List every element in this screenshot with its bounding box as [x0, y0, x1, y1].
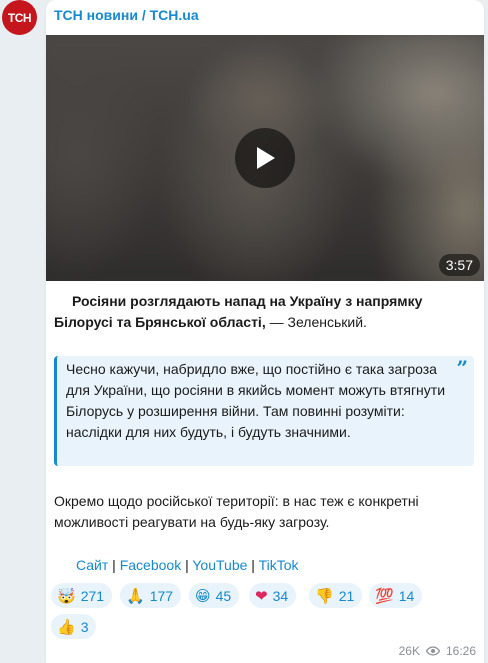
reaction-grin[interactable]: 😁 45 — [189, 583, 240, 608]
blockquote: Чесно кажучи, набридло вже, що постійно … — [54, 356, 474, 466]
reaction-count: 45 — [215, 587, 232, 604]
message-time: 16:26 — [445, 644, 476, 658]
reaction-exploding-head[interactable]: 🤯 271 — [51, 583, 113, 608]
heart-icon: ❤ — [255, 586, 268, 605]
headline-attribution: — Зеленський. — [265, 314, 367, 330]
play-icon — [257, 147, 275, 169]
link-tiktok[interactable]: TikTok — [259, 557, 299, 573]
play-button[interactable] — [235, 128, 295, 188]
link-separator: | — [108, 557, 120, 573]
thumbs-up-icon: 👍 — [57, 617, 76, 636]
video-duration: 3:57 — [438, 254, 480, 276]
eye-icon — [425, 646, 440, 656]
reaction-count: 3 — [80, 618, 89, 635]
headline-bold: Росіяни розглядають напад на Україну з н… — [54, 293, 423, 330]
video-thumbnail[interactable]: 3:57 — [46, 35, 484, 281]
message-meta: 26K 16:26 — [399, 644, 476, 658]
message-paragraph: Окремо щодо російської території: в нас … — [54, 493, 419, 530]
reaction-thumbs-down[interactable]: 👎 21 — [309, 583, 363, 608]
link-separator: | — [247, 557, 259, 573]
reaction-count: 14 — [398, 587, 415, 604]
link-facebook[interactable]: Facebook — [120, 557, 181, 573]
reaction-count: 21 — [338, 587, 355, 604]
link-site[interactable]: Сайт — [76, 557, 108, 573]
quote-text: Чесно кажучи, набридло вже, що постійно … — [66, 361, 446, 440]
social-links: Сайт | Facebook | YouTube | TikTok — [76, 555, 299, 576]
reaction-heart[interactable]: ❤ 34 — [249, 583, 297, 608]
view-count: 26K — [398, 644, 420, 658]
reaction-count: 177 — [149, 587, 174, 604]
folded-hands-icon: 🙏 — [126, 586, 145, 605]
reaction-thumbs-up[interactable]: 👍 3 — [51, 614, 97, 639]
thumbs-down-icon: 👎 — [315, 586, 334, 605]
channel-name[interactable]: ТСН новини / TCH.ua — [54, 7, 199, 23]
link-youtube[interactable]: YouTube — [192, 557, 247, 573]
message-bubble: ТСН новини / TCH.ua 3:57 Росіяни розгляд… — [46, 0, 484, 663]
reaction-count: 34 — [272, 587, 289, 604]
grinning-face-icon: 😁 — [195, 586, 211, 605]
reaction-pray[interactable]: 🙏 177 — [120, 583, 182, 608]
reaction-count: 271 — [80, 587, 105, 604]
channel-avatar[interactable]: ТСН — [2, 0, 37, 35]
quote-icon: ” — [456, 356, 468, 380]
hundred-points-icon: 💯 — [375, 586, 394, 605]
exploding-head-icon: 🤯 — [57, 586, 76, 605]
reaction-hundred[interactable]: 💯 14 — [369, 583, 423, 608]
avatar-logo-text: ТСН — [7, 10, 32, 25]
message-headline: Росіяни розглядають напад на Україну з н… — [54, 291, 478, 333]
link-separator: | — [181, 557, 193, 573]
